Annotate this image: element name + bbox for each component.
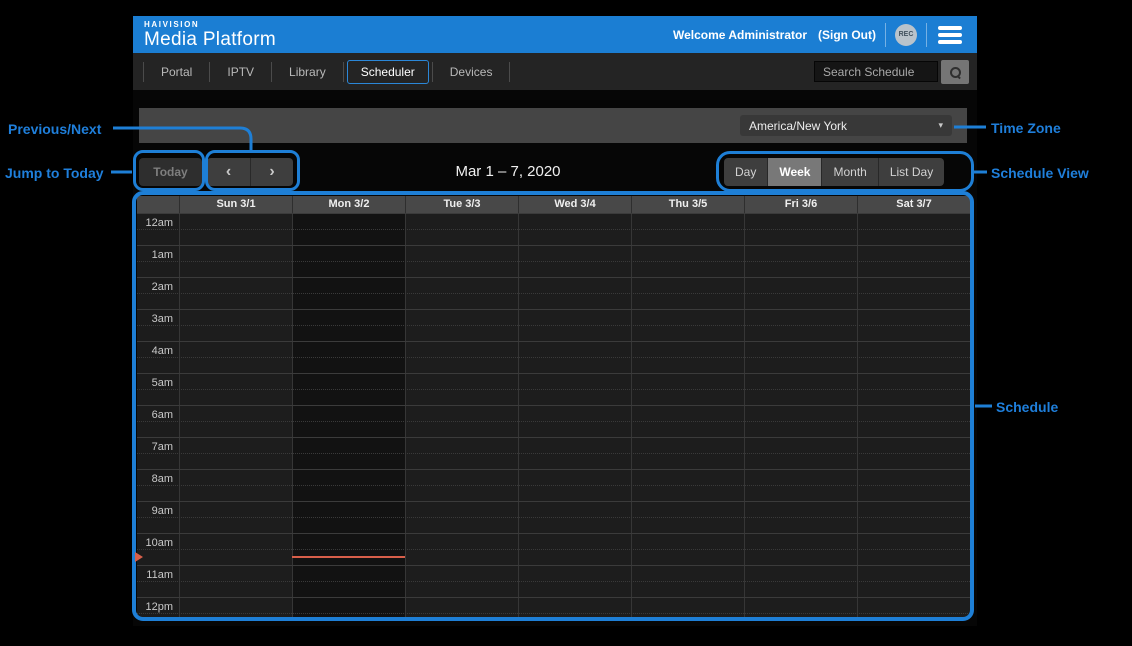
current-time-line (292, 556, 405, 558)
search-button[interactable] (941, 60, 969, 84)
hour-label: 12pm (137, 601, 173, 613)
hour-label: 12am (137, 217, 173, 229)
hour-label: 3am (137, 313, 173, 325)
day-column[interactable] (405, 213, 518, 618)
day-column[interactable] (857, 213, 970, 618)
day-header: Mon 3/2 (292, 196, 405, 213)
haivision-logo: HAIVISION Media Platform (144, 21, 276, 49)
time-zone-label: Time Zone (991, 120, 1061, 136)
current-time-arrow-icon (135, 552, 143, 562)
rec-badge[interactable]: REC (895, 24, 917, 46)
search-icon (949, 66, 961, 78)
schedule-label: Schedule (996, 399, 1058, 415)
view-week-button[interactable]: Week (767, 158, 821, 186)
logo-product-text: Media Platform (144, 30, 276, 49)
date-range-title: Mar 1 – 7, 2020 (296, 163, 720, 180)
calendar-day-headers: Sun 3/1Mon 3/2Tue 3/3Wed 3/4Thu 3/5Fri 3… (137, 196, 970, 213)
previous-button[interactable]: ‹ (207, 158, 250, 186)
schedule-view-label: Schedule View (991, 165, 1089, 181)
tab-library[interactable]: Library (275, 60, 340, 84)
screenshot-canvas: HAIVISION Media Platform Welcome Adminis… (0, 0, 1132, 646)
tab-portal[interactable]: Portal (147, 60, 206, 84)
next-button[interactable]: › (250, 158, 293, 186)
hour-label: 11am (137, 569, 173, 581)
tab-devices[interactable]: Devices (436, 60, 507, 84)
divider (509, 62, 510, 82)
hour-label: 6am (137, 409, 173, 421)
day-header: Tue 3/3 (405, 196, 518, 213)
tab-scheduler[interactable]: Scheduler (347, 60, 429, 84)
hour-label: 1am (137, 249, 173, 261)
media-platform-app: HAIVISION Media Platform Welcome Adminis… (133, 16, 977, 626)
jump-to-today-label: Jump to Today (5, 165, 104, 181)
view-month-button[interactable]: Month (821, 158, 877, 186)
divider (926, 23, 927, 47)
time-column-stub (137, 196, 179, 213)
hour-label: 10am (137, 537, 173, 549)
today-button[interactable]: Today (139, 158, 202, 186)
header-actions: Welcome Administrator (Sign Out) REC (673, 23, 964, 47)
view-day-button[interactable]: Day (724, 158, 767, 186)
nav-bar: Portal IPTV Library Scheduler Devices (133, 53, 977, 90)
prev-next-group: ‹ › (207, 158, 293, 186)
chevron-down-icon: ▾ (938, 120, 943, 131)
nav-tabs: Portal IPTV Library Scheduler Devices (142, 53, 511, 90)
calendar-body: 12am 1am 2am 3am 4am 5am 6am 7am 8am 9am 10am 11am 1… (137, 213, 970, 618)
search-input[interactable] (814, 61, 938, 82)
hour-label: 5am (137, 377, 173, 389)
view-switcher: DayWeekMonthList Day (724, 158, 944, 186)
app-header: HAIVISION Media Platform Welcome Adminis… (133, 16, 977, 53)
sign-out-link[interactable]: (Sign Out) (818, 28, 876, 42)
timezone-dropdown[interactable]: America/New York ▾ (740, 115, 952, 136)
welcome-text: Welcome Administrator (673, 28, 807, 42)
day-header: Sun 3/1 (179, 196, 292, 213)
view-list-day-button[interactable]: List Day (878, 158, 944, 186)
search-area (814, 60, 969, 84)
previous-next-label: Previous/Next (8, 121, 101, 137)
tab-iptv[interactable]: IPTV (213, 60, 268, 84)
divider (432, 62, 433, 82)
day-column[interactable] (518, 213, 631, 618)
day-header: Fri 3/6 (744, 196, 857, 213)
hour-label: 4am (137, 345, 173, 357)
day-header: Thu 3/5 (631, 196, 744, 213)
hour-label: 7am (137, 441, 173, 453)
logo-brand-text: HAIVISION (144, 21, 276, 29)
timezone-value: America/New York (749, 119, 847, 133)
schedule-calendar: Sun 3/1Mon 3/2Tue 3/3Wed 3/4Thu 3/5Fri 3… (137, 196, 970, 618)
day-column[interactable] (631, 213, 744, 618)
hour-label: 8am (137, 473, 173, 485)
hour-label: 9am (137, 505, 173, 517)
hour-label: 2am (137, 281, 173, 293)
day-header: Wed 3/4 (518, 196, 631, 213)
divider (271, 62, 272, 82)
divider (885, 23, 886, 47)
divider (143, 62, 144, 82)
day-header: Sat 3/7 (857, 196, 970, 213)
day-column[interactable] (744, 213, 857, 618)
hamburger-menu-icon[interactable] (936, 24, 964, 46)
divider (209, 62, 210, 82)
toolbar-band: America/New York ▾ (139, 108, 967, 143)
day-column[interactable] (179, 213, 292, 618)
divider (343, 62, 344, 82)
